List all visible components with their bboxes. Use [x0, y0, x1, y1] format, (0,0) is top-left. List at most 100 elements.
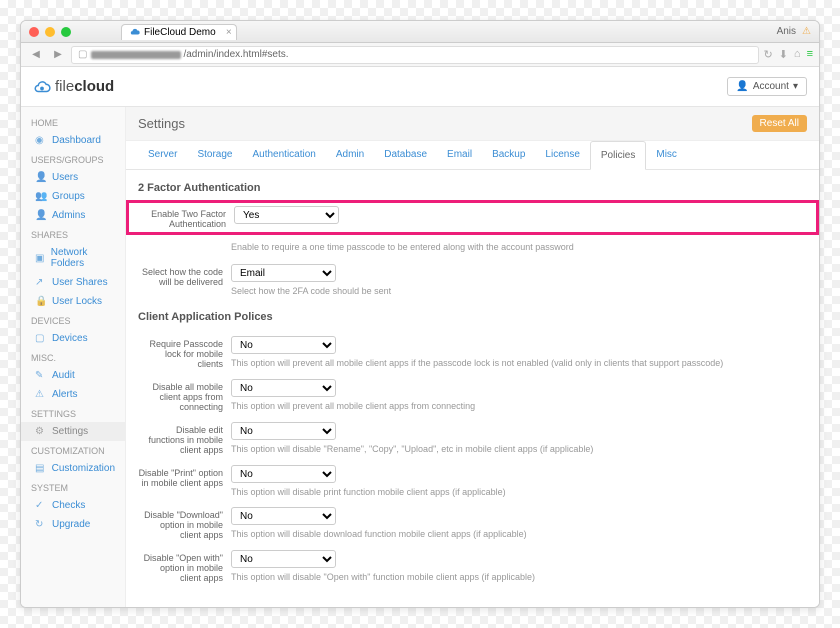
sidebar-item-label: Network Folders: [51, 247, 115, 269]
url-bar: ◀ ▶ ▢ /admin/index.html#sets. ↻ ⬇ ⌂ ≡: [21, 43, 819, 67]
sidebar-header: SHARES: [21, 225, 125, 243]
tab-close-icon[interactable]: ×: [226, 27, 232, 38]
users-icon: 👤: [35, 172, 46, 183]
sidebar-item-label: Settings: [52, 426, 88, 437]
browser-window: FileCloud Demo × Anis ⚠ ◀ ▶ ▢ /admin/ind…: [20, 20, 820, 608]
disable-edit-help: This option will disable "Rename", "Copy…: [231, 444, 807, 454]
section-title-client-policies: Client Application Polices: [126, 299, 819, 329]
sidebar-item-label: Customization: [52, 463, 115, 474]
back-button[interactable]: ◀: [27, 47, 45, 63]
tab-admin[interactable]: Admin: [326, 141, 374, 169]
sidebar-item-label: Alerts: [52, 389, 78, 400]
cloud-icon: [130, 27, 140, 37]
tab-storage[interactable]: Storage: [187, 141, 242, 169]
sidebar-item-customization[interactable]: ▤Customization: [21, 459, 125, 478]
user-label: Anis: [777, 26, 796, 37]
tab-database[interactable]: Database: [374, 141, 437, 169]
tab-license[interactable]: License: [535, 141, 589, 169]
disable-openwith-label: Disable "Open with" option in mobile cli…: [138, 550, 223, 583]
user-locks-icon: 🔒: [35, 296, 46, 307]
tab-policies[interactable]: Policies: [590, 141, 646, 170]
close-window-button[interactable]: [29, 27, 39, 37]
forward-button[interactable]: ▶: [49, 47, 67, 63]
sidebar-header: SYSTEM: [21, 478, 125, 496]
sidebar: HOME◉DashboardUSERS/GROUPS👤Users👥Groups👤…: [21, 107, 126, 607]
sidebar-header: HOME: [21, 113, 125, 131]
disable-print-help: This option will disable print function …: [231, 487, 807, 497]
checks-icon: ✓: [35, 500, 46, 511]
settings-icon: ⚙: [35, 426, 46, 437]
browser-tab[interactable]: FileCloud Demo ×: [121, 24, 237, 40]
sidebar-item-devices[interactable]: ▢Devices: [21, 329, 125, 348]
sidebar-item-network-folders[interactable]: ▣ Network Folders: [21, 243, 125, 273]
sidebar-item-label: Devices: [52, 333, 88, 344]
url-text: /admin/index.html#sets.: [183, 49, 288, 60]
chevron-down-icon: ▾: [793, 81, 798, 92]
disable-mobile-select[interactable]: No: [231, 379, 336, 397]
logo-text: filecloud: [55, 78, 114, 95]
sidebar-header: MISC.: [21, 348, 125, 366]
sidebar-item-audit[interactable]: ✎Audit: [21, 366, 125, 385]
menu-icon[interactable]: ≡: [807, 48, 813, 61]
tab-misc[interactable]: Misc: [646, 141, 687, 169]
enable-2fa-label: Enable Two Factor Authentication: [141, 206, 226, 229]
disable-mobile-label: Disable all mobile client apps from conn…: [138, 379, 223, 412]
user-shares-icon: ↗: [35, 277, 46, 288]
audit-icon: ✎: [35, 370, 46, 381]
sidebar-item-label: Admins: [52, 210, 85, 221]
disable-edit-select[interactable]: No: [231, 422, 336, 440]
refresh-icon[interactable]: ↻: [763, 48, 772, 61]
sidebar-item-groups[interactable]: 👥Groups: [21, 187, 125, 206]
delivery-label: Select how the code will be delivered: [138, 264, 223, 296]
page-title: Settings: [138, 116, 185, 131]
disable-download-select[interactable]: No: [231, 507, 336, 525]
page-header: Settings Reset All: [126, 107, 819, 141]
sidebar-item-settings[interactable]: ⚙ Settings: [21, 422, 125, 441]
reset-all-button[interactable]: Reset All: [752, 115, 807, 132]
account-button[interactable]: 👤 Account ▾: [727, 77, 807, 96]
enable-2fa-select[interactable]: Yes: [234, 206, 339, 224]
home-icon[interactable]: ⌂: [794, 48, 801, 61]
network-folders-icon: ▣: [35, 253, 45, 264]
sidebar-item-label: Checks: [52, 500, 85, 511]
passcode-label: Require Passcode lock for mobile clients: [138, 336, 223, 369]
disable-download-help: This option will disable download functi…: [231, 529, 807, 539]
sidebar-item-alerts[interactable]: ⚠Alerts: [21, 385, 125, 404]
sidebar-item-label: Dashboard: [52, 135, 101, 146]
download-icon[interactable]: ⬇: [779, 48, 788, 61]
highlight-box: Enable Two Factor Authentication Yes: [126, 200, 819, 235]
tab-email[interactable]: Email: [437, 141, 482, 169]
sidebar-item-checks[interactable]: ✓ Checks: [21, 496, 125, 515]
logo-cloud-icon: [33, 78, 51, 96]
sidebar-item-users[interactable]: 👤Users: [21, 168, 125, 187]
disable-mobile-help: This option will prevent all mobile clie…: [231, 401, 807, 411]
sidebar-header: SETTINGS: [21, 404, 125, 422]
sidebar-item-label: User Locks: [52, 296, 102, 307]
passcode-select[interactable]: No: [231, 336, 336, 354]
sidebar-header: USERS/GROUPS: [21, 150, 125, 168]
sidebar-header: CUSTOMIZATION: [21, 441, 125, 459]
sidebar-item-upgrade[interactable]: ↻Upgrade: [21, 515, 125, 534]
delivery-select[interactable]: Email: [231, 264, 336, 282]
admins-icon: 👤: [35, 210, 46, 221]
section-title-2fa: 2 Factor Authentication: [126, 170, 819, 200]
sidebar-item-label: User Shares: [52, 277, 108, 288]
sidebar-header: DEVICES: [21, 311, 125, 329]
warning-icon: ⚠: [802, 26, 811, 37]
maximize-window-button[interactable]: [61, 27, 71, 37]
disable-openwith-select[interactable]: No: [231, 550, 336, 568]
logo: filecloud: [33, 78, 114, 96]
sidebar-item-dashboard[interactable]: ◉Dashboard: [21, 131, 125, 150]
tab-backup[interactable]: Backup: [482, 141, 535, 169]
url-field[interactable]: ▢ /admin/index.html#sets.: [71, 46, 759, 64]
disable-edit-label: Disable edit functions in mobile client …: [138, 422, 223, 455]
page-icon: ▢: [78, 49, 87, 60]
content-area: Settings Reset All ServerStorageAuthenti…: [126, 107, 819, 607]
tab-authentication[interactable]: Authentication: [242, 141, 325, 169]
minimize-window-button[interactable]: [45, 27, 55, 37]
disable-print-select[interactable]: No: [231, 465, 336, 483]
sidebar-item-user-shares[interactable]: ↗ User Shares: [21, 273, 125, 292]
sidebar-item-admins[interactable]: 👤 Admins: [21, 206, 125, 225]
tab-server[interactable]: Server: [138, 141, 187, 169]
sidebar-item-user-locks[interactable]: 🔒 User Locks: [21, 292, 125, 311]
